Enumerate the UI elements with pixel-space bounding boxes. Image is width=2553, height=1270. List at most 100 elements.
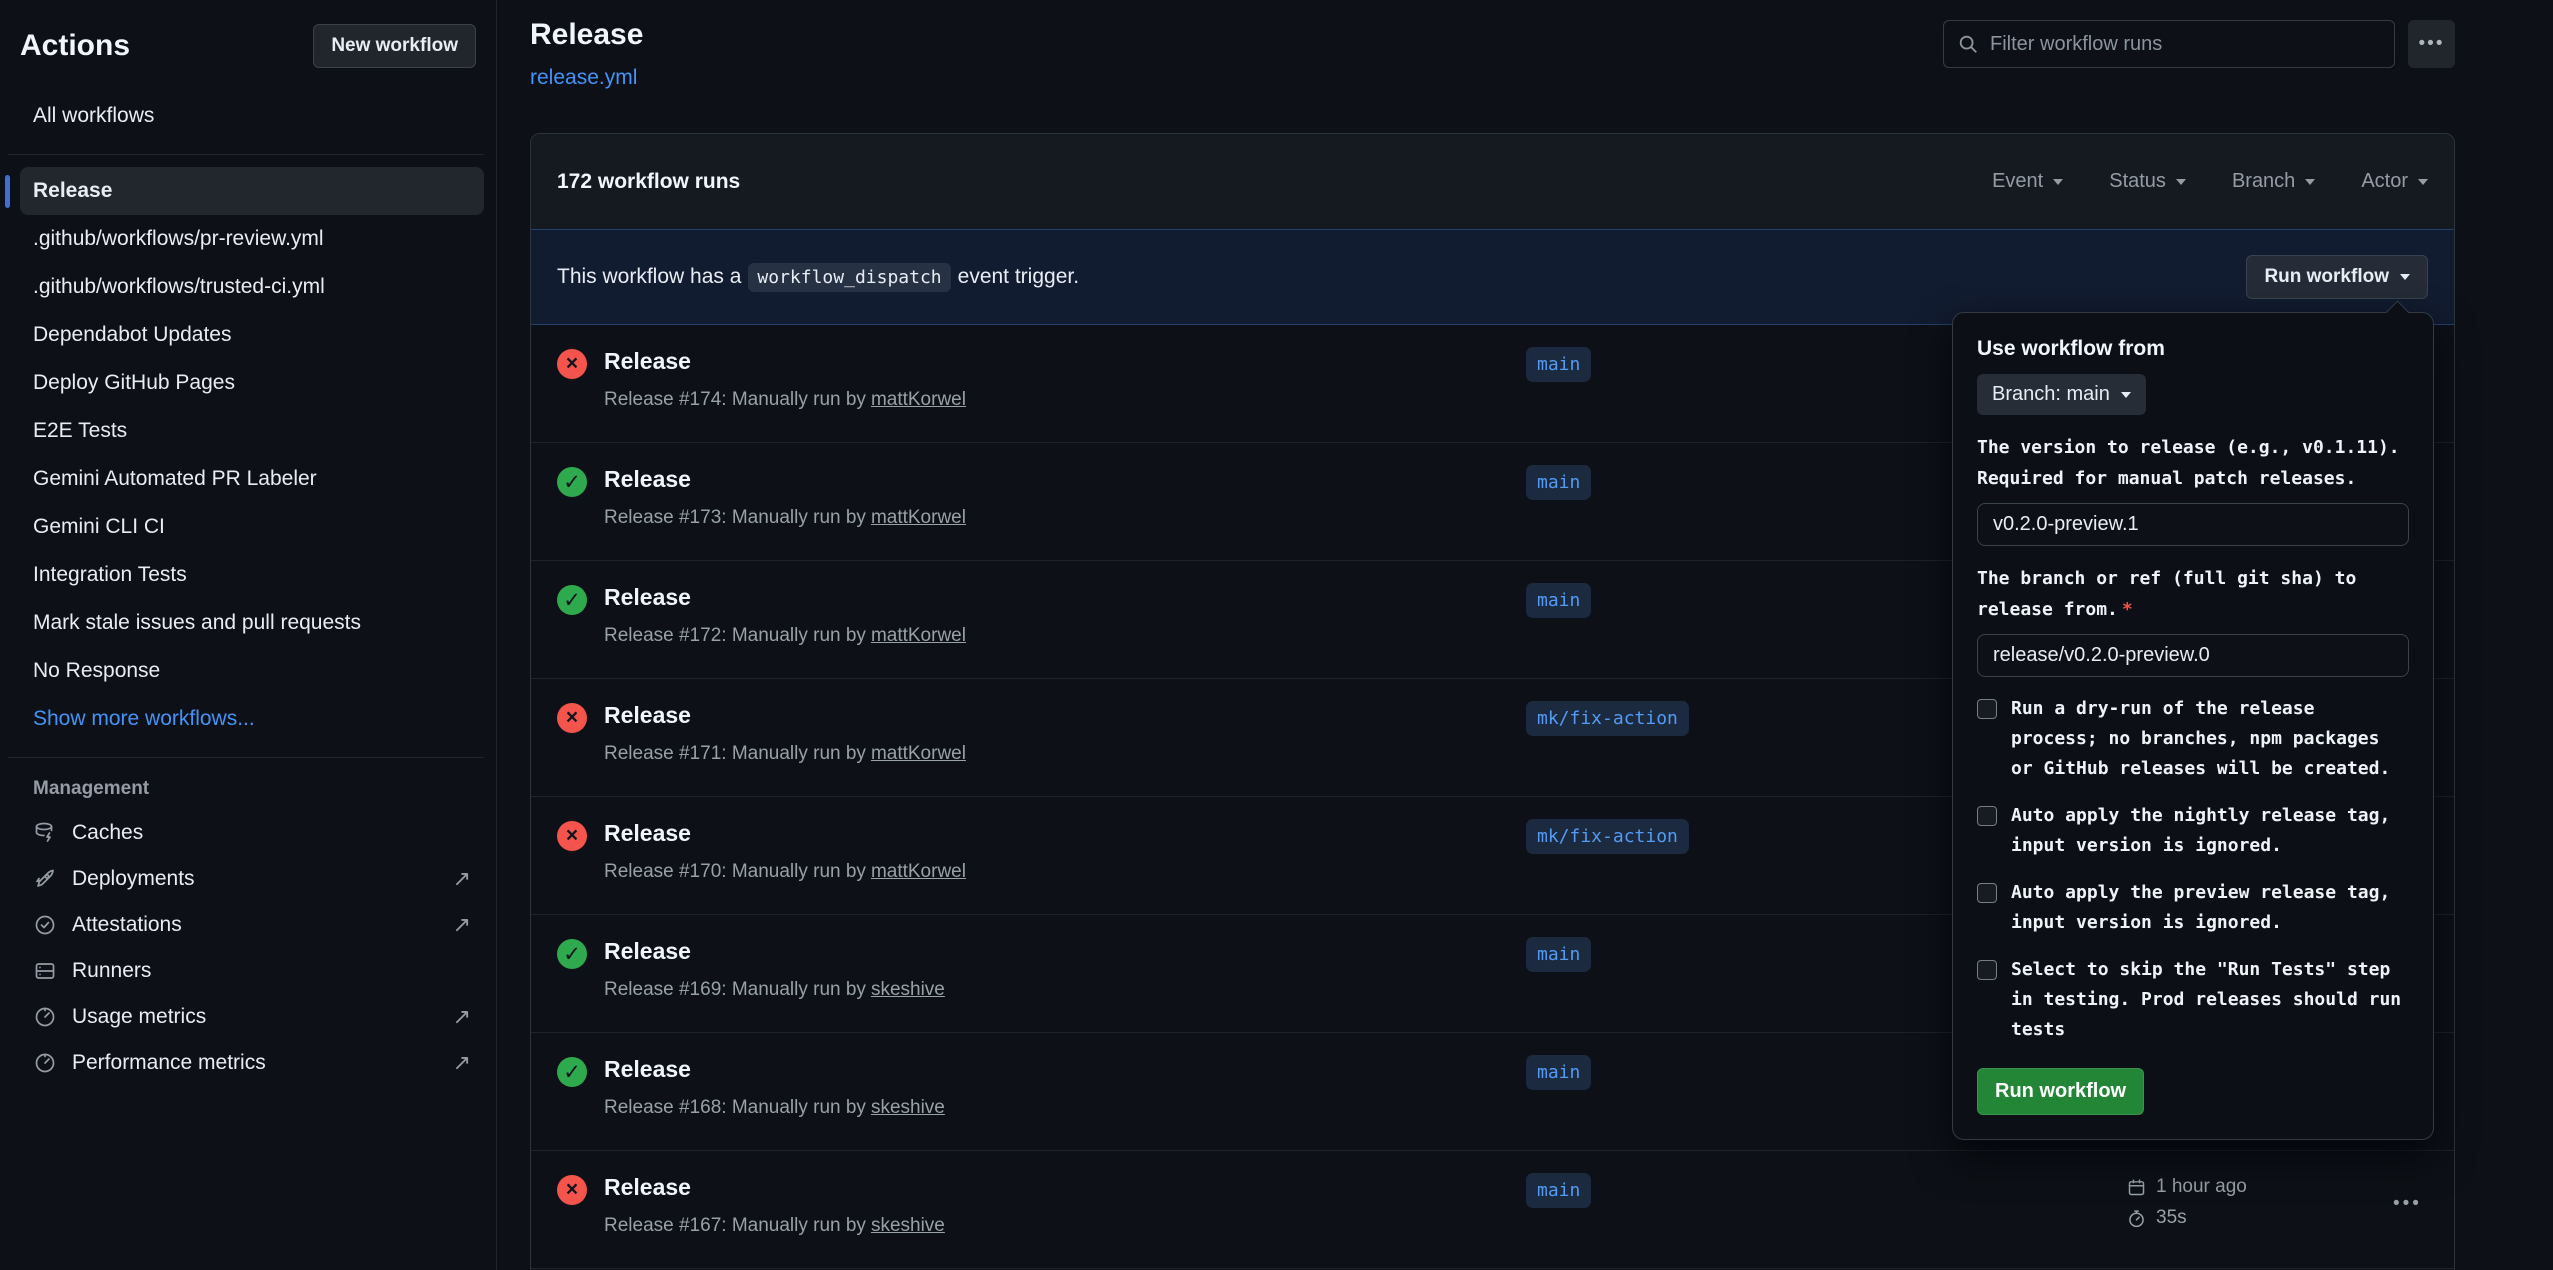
sidebar-item-deployments[interactable]: Deployments ↗ <box>20 856 484 902</box>
main-content: Release release.yml ••• 172 workflow run… <box>497 0 2553 1270</box>
branch-badge[interactable]: mk/fix-action <box>1526 701 1689 736</box>
actions-sidebar: Actions New workflow All workflows Relea… <box>0 0 497 1270</box>
sidebar-item-caches[interactable]: Caches <box>20 810 484 856</box>
run-actor-link[interactable]: mattKorwel <box>871 389 966 410</box>
run-status-icon: × <box>557 1175 587 1205</box>
runs-list-header: 172 workflow runs Event Status Branch Ac… <box>531 134 2454 229</box>
sidebar-item-performance-metrics[interactable]: Performance metrics ↗ <box>20 1040 484 1086</box>
run-status-icon: ✓ <box>557 467 587 497</box>
run-title-link[interactable]: Release <box>604 702 691 729</box>
page-title: Release <box>530 18 643 52</box>
sidebar-item-e2e-tests[interactable]: E2E Tests <box>20 407 484 455</box>
sidebar-item-runners[interactable]: Runners <box>20 948 484 994</box>
run-actor-link[interactable]: mattKorwel <box>871 743 966 764</box>
run-subtitle: Release #172: Manually run bymattKorwel <box>604 625 966 647</box>
run-status-icon: ✓ <box>557 939 587 969</box>
run-duration: 35s <box>2156 1207 2187 1229</box>
run-subtitle: Release #167: Manually run byskeshive <box>604 1215 945 1237</box>
preview-tag-checkbox-row: Auto apply the preview release tag, inpu… <box>1977 878 2409 938</box>
chevron-down-icon <box>2400 274 2410 285</box>
run-workflow-popup: Use workflow from Branch: main The versi… <box>1952 312 2434 1140</box>
run-actor-link[interactable]: skeshive <box>871 979 945 1000</box>
run-subtitle: Release #169: Manually run byskeshive <box>604 979 945 1001</box>
sidebar-item-label: Caches <box>72 821 143 845</box>
verified-badge-icon <box>33 913 57 937</box>
branch-badge[interactable]: main <box>1526 1173 1591 1208</box>
run-actor-link[interactable]: mattKorwel <box>871 507 966 528</box>
chevron-down-icon <box>2305 179 2315 190</box>
workflow-file-link[interactable]: release.yml <box>530 66 637 90</box>
run-subtitle: Release #168: Manually run byskeshive <box>604 1097 945 1119</box>
run-title-link[interactable]: Release <box>604 938 691 965</box>
toolbar: ••• <box>1943 20 2455 68</box>
run-title-link[interactable]: Release <box>604 466 691 493</box>
workflow-options-kebab-button[interactable]: ••• <box>2408 20 2455 68</box>
skip-tests-checkbox[interactable] <box>1977 960 1997 980</box>
run-workflow-dropdown-button[interactable]: Run workflow <box>2246 255 2428 299</box>
run-actor-link[interactable]: skeshive <box>871 1097 945 1118</box>
external-link-icon: ↗ <box>453 914 471 936</box>
chevron-down-icon <box>2053 179 2063 190</box>
run-status-icon: ✓ <box>557 585 587 615</box>
run-kebab-button[interactable]: ••• <box>2393 1193 2422 1215</box>
dry-run-checkbox-row: Run a dry-run of the release process; no… <box>1977 694 2409 784</box>
run-actor-link[interactable]: skeshive <box>871 1215 945 1236</box>
checkbox-label: Auto apply the nightly release tag, inpu… <box>2011 801 2409 861</box>
sidebar-item-release[interactable]: Release <box>20 167 484 215</box>
sidebar-item-attestations[interactable]: Attestations ↗ <box>20 902 484 948</box>
status-filter[interactable]: Status <box>2109 170 2186 193</box>
ref-input[interactable] <box>1977 634 2409 677</box>
sidebar-item-dependabot-updates[interactable]: Dependabot Updates <box>20 311 484 359</box>
branch-badge[interactable]: main <box>1526 583 1591 618</box>
preview-tag-checkbox[interactable] <box>1977 883 1997 903</box>
chevron-down-icon <box>2121 392 2131 403</box>
workflow-run-row[interactable]: × Release Release #167: Manually run bys… <box>531 1151 2454 1269</box>
sidebar-item-gemini-cli-ci[interactable]: Gemini CLI CI <box>20 503 484 551</box>
sidebar-item-no-response[interactable]: No Response <box>20 647 484 695</box>
workflow-dispatch-code: workflow_dispatch <box>748 263 950 292</box>
run-title-link[interactable]: Release <box>604 1056 691 1083</box>
sidebar-item-trusted-ci[interactable]: .github/workflows/trusted-ci.yml <box>20 263 484 311</box>
branch-badge[interactable]: main <box>1526 465 1591 500</box>
sidebar-item-integration-tests[interactable]: Integration Tests <box>20 551 484 599</box>
sidebar-divider <box>8 154 484 155</box>
branch-badge[interactable]: main <box>1526 937 1591 972</box>
chevron-down-icon <box>2418 179 2428 190</box>
branch-badge[interactable]: main <box>1526 347 1591 382</box>
sidebar-item-usage-metrics[interactable]: Usage metrics ↗ <box>20 994 484 1040</box>
sidebar-item-mark-stale[interactable]: Mark stale issues and pull requests <box>20 599 484 647</box>
run-title-link[interactable]: Release <box>604 1174 691 1201</box>
version-input[interactable] <box>1977 503 2409 546</box>
sidebar-item-deploy-github-pages[interactable]: Deploy GitHub Pages <box>20 359 484 407</box>
run-status-icon: × <box>557 821 587 851</box>
sidebar-item-label: Runners <box>72 959 151 983</box>
run-actor-link[interactable]: mattKorwel <box>871 625 966 646</box>
run-title-link[interactable]: Release <box>604 348 691 375</box>
sidebar-item-pr-review[interactable]: .github/workflows/pr-review.yml <box>20 215 484 263</box>
ref-field-description: The branch or ref (full git sha) to rele… <box>1977 563 2409 625</box>
run-workflow-submit-button[interactable]: Run workflow <box>1977 1068 2144 1115</box>
filter-workflow-runs-input[interactable] <box>1943 20 2395 68</box>
run-status-icon: × <box>557 349 587 379</box>
runs-count: 172 workflow runs <box>557 170 740 194</box>
external-link-icon: ↗ <box>453 1052 471 1074</box>
branch-badge[interactable]: main <box>1526 1055 1591 1090</box>
run-subtitle: Release #170: Manually run bymattKorwel <box>604 861 966 883</box>
nightly-tag-checkbox[interactable] <box>1977 806 1997 826</box>
run-subtitle: Release #173: Manually run bymattKorwel <box>604 507 966 529</box>
sidebar-item-gemini-pr-labeler[interactable]: Gemini Automated PR Labeler <box>20 455 484 503</box>
new-workflow-button[interactable]: New workflow <box>313 24 476 68</box>
show-more-workflows-link[interactable]: Show more workflows... <box>20 695 484 743</box>
run-title-link[interactable]: Release <box>604 820 691 847</box>
run-title-link[interactable]: Release <box>604 584 691 611</box>
run-actor-link[interactable]: mattKorwel <box>871 861 966 882</box>
branch-badge[interactable]: mk/fix-action <box>1526 819 1689 854</box>
dry-run-checkbox[interactable] <box>1977 699 1997 719</box>
branch-selector-button[interactable]: Branch: main <box>1977 374 2146 415</box>
banner-text: This workflow has aworkflow_dispatcheven… <box>557 265 1079 289</box>
branch-filter[interactable]: Branch <box>2232 170 2315 193</box>
sidebar-divider <box>8 757 484 758</box>
sidebar-item-all-workflows[interactable]: All workflows <box>20 92 484 140</box>
event-filter[interactable]: Event <box>1992 170 2063 193</box>
actor-filter[interactable]: Actor <box>2361 170 2428 193</box>
